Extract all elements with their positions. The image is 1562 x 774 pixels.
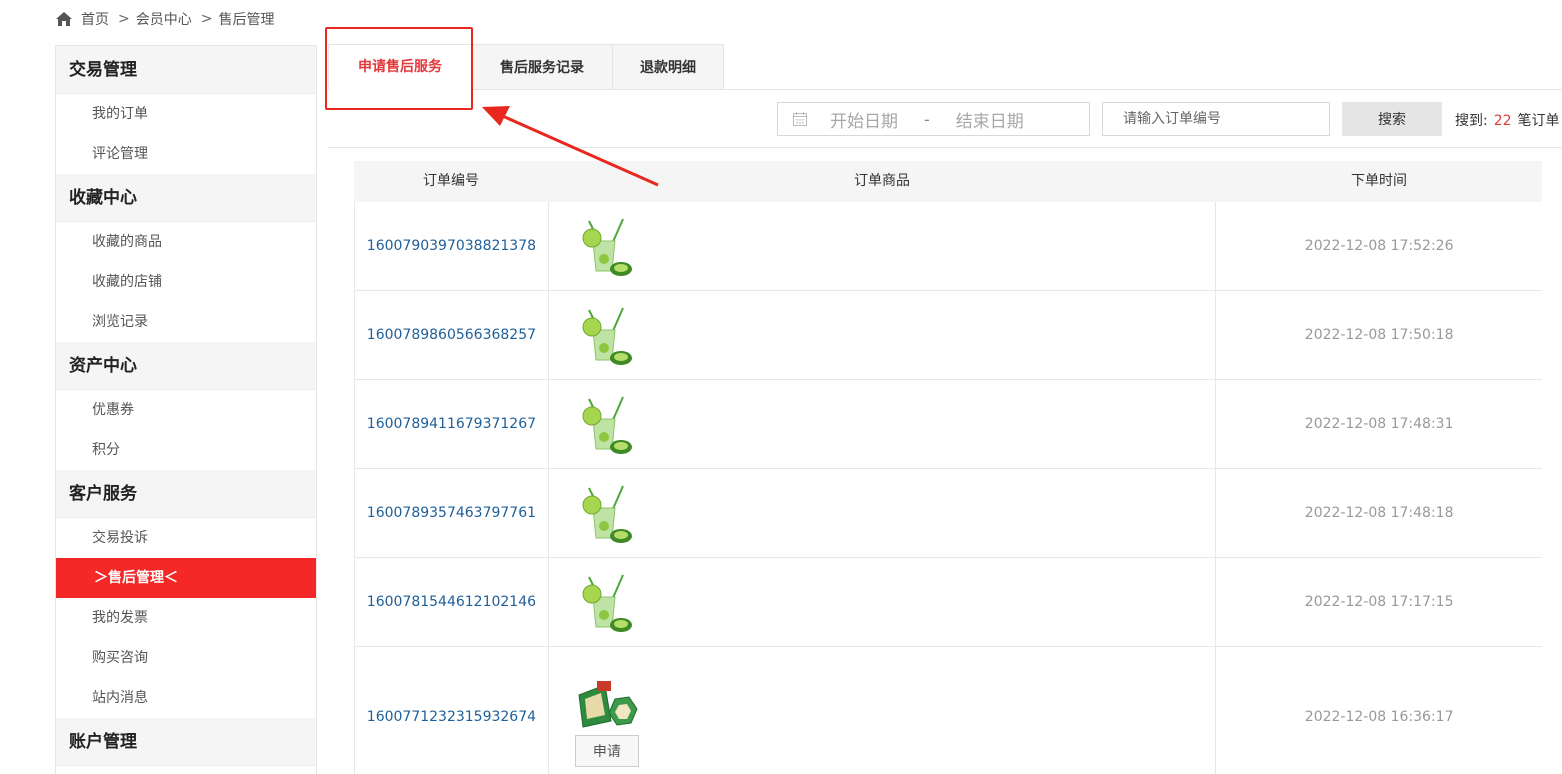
table-row: 1600771232315932674 申请 2022-12-08 16:36:… bbox=[354, 647, 1542, 774]
date-range-dash: - bbox=[924, 109, 930, 129]
lime-drink-thumbnail[interactable] bbox=[575, 482, 635, 544]
lime-drink-thumbnail[interactable] bbox=[575, 571, 635, 633]
lime-drink-thumbnail[interactable] bbox=[575, 304, 635, 366]
order-time: 2022-12-08 17:52:26 bbox=[1304, 238, 1454, 254]
result-suffix: 笔订单 bbox=[1517, 113, 1560, 129]
home-icon[interactable] bbox=[55, 11, 73, 27]
sidebar-item-points[interactable]: 积分 bbox=[56, 430, 316, 470]
table-row: 1600789860566368257 2022-12-08 17:50:18 bbox=[354, 291, 1542, 380]
apply-after-sales-button[interactable]: 申请 bbox=[574, 734, 639, 767]
order-number-link[interactable]: 1600789411679371267 bbox=[367, 416, 536, 432]
breadcrumb-home[interactable]: 首页 bbox=[81, 9, 109, 29]
result-prefix: 搜到: bbox=[1455, 113, 1488, 129]
calendar-icon bbox=[793, 112, 807, 126]
tab-underline bbox=[723, 89, 1562, 90]
sidebar-item-invoices[interactable]: 我的发票 bbox=[56, 598, 316, 638]
breadcrumb-member-center[interactable]: 会员中心 bbox=[136, 9, 192, 29]
order-number-input[interactable] bbox=[1102, 102, 1330, 136]
order-number-link[interactable]: 1600790397038821378 bbox=[367, 238, 536, 254]
order-time: 2022-12-08 17:48:31 bbox=[1304, 416, 1454, 432]
tab-refund-details[interactable]: 退款明细 bbox=[613, 44, 724, 90]
order-number-link[interactable]: 1600789860566368257 bbox=[367, 327, 536, 343]
sidebar-group-service: 客户服务 bbox=[56, 470, 316, 518]
sidebar-group-favorites: 收藏中心 bbox=[56, 174, 316, 222]
sidebar-item-after-sales[interactable]: ＞售后管理＜ bbox=[56, 558, 316, 598]
result-count: 搜到: 22 笔订单 bbox=[1455, 110, 1560, 130]
sidebar: 交易管理 我的订单 评论管理 收藏中心 收藏的商品 收藏的店铺 浏览记录 资产中… bbox=[55, 45, 317, 774]
sidebar-item-my-orders[interactable]: 我的订单 bbox=[56, 94, 316, 134]
order-number-link[interactable]: 1600789357463797761 bbox=[367, 505, 536, 521]
table-row: 1600789411679371267 2022-12-08 17:48:31 bbox=[354, 380, 1542, 469]
annotation-highlight-box bbox=[325, 27, 473, 110]
order-time: 2022-12-08 16:36:17 bbox=[1304, 708, 1454, 725]
tab-after-sales-records[interactable]: 售后服务记录 bbox=[472, 44, 613, 90]
sidebar-group-assets: 资产中心 bbox=[56, 342, 316, 390]
header-order-no: 订单编号 bbox=[423, 173, 479, 189]
order-number-link[interactable]: 1600781544612102146 bbox=[367, 594, 536, 610]
tea-gift-box-thumbnail[interactable] bbox=[575, 677, 639, 731]
order-time: 2022-12-08 17:48:18 bbox=[1304, 505, 1454, 521]
divider bbox=[328, 147, 1562, 148]
table-header: 订单编号 订单商品 下单时间 bbox=[354, 161, 1542, 202]
sidebar-item-coupons[interactable]: 优惠券 bbox=[56, 390, 316, 430]
date-range-picker[interactable]: 开始日期 - 结束日期 bbox=[777, 102, 1090, 136]
sidebar-item-reviews[interactable]: 评论管理 bbox=[56, 134, 316, 174]
end-date-input[interactable]: 结束日期 bbox=[956, 107, 1024, 132]
sidebar-item-history[interactable]: 浏览记录 bbox=[56, 302, 316, 342]
breadcrumb-after-sales: 售后管理 bbox=[218, 12, 275, 28]
order-number-link[interactable]: 1600771232315932674 bbox=[367, 709, 536, 725]
lime-drink-thumbnail[interactable] bbox=[575, 215, 635, 277]
order-time: 2022-12-08 17:17:15 bbox=[1304, 594, 1454, 610]
sidebar-item-complaints[interactable]: 交易投诉 bbox=[56, 518, 316, 558]
order-time: 2022-12-08 17:50:18 bbox=[1304, 327, 1454, 343]
sidebar-item-messages[interactable]: 站内消息 bbox=[56, 678, 316, 718]
result-number: 22 bbox=[1493, 113, 1512, 129]
breadcrumb-separator: > bbox=[200, 11, 213, 27]
sidebar-group-account: 账户管理 bbox=[56, 718, 316, 766]
breadcrumb: 首页 > 会员中心 > 售后管理 bbox=[55, 8, 274, 30]
header-order-goods: 订单商品 bbox=[854, 173, 910, 189]
table-row: 1600789357463797761 2022-12-08 17:48:18 bbox=[354, 469, 1542, 558]
breadcrumb-separator: > bbox=[118, 11, 130, 27]
table-row: 1600781544612102146 2022-12-08 17:17:15 bbox=[354, 558, 1542, 647]
order-table: 订单编号 订单商品 下单时间 1600790397038821378 2022-… bbox=[354, 161, 1542, 774]
sidebar-item-consult[interactable]: 购买咨询 bbox=[56, 638, 316, 678]
lime-drink-thumbnail[interactable] bbox=[575, 393, 635, 455]
sidebar-group-trade: 交易管理 bbox=[56, 46, 316, 94]
sidebar-item-fav-products[interactable]: 收藏的商品 bbox=[56, 222, 316, 262]
sidebar-item-fav-stores[interactable]: 收藏的店铺 bbox=[56, 262, 316, 302]
start-date-input[interactable]: 开始日期 bbox=[830, 107, 898, 132]
search-button[interactable]: 搜索 bbox=[1342, 102, 1442, 136]
table-row: 1600790397038821378 2022-12-08 17:52:26 bbox=[354, 202, 1542, 291]
header-order-time: 下单时间 bbox=[1351, 173, 1407, 189]
